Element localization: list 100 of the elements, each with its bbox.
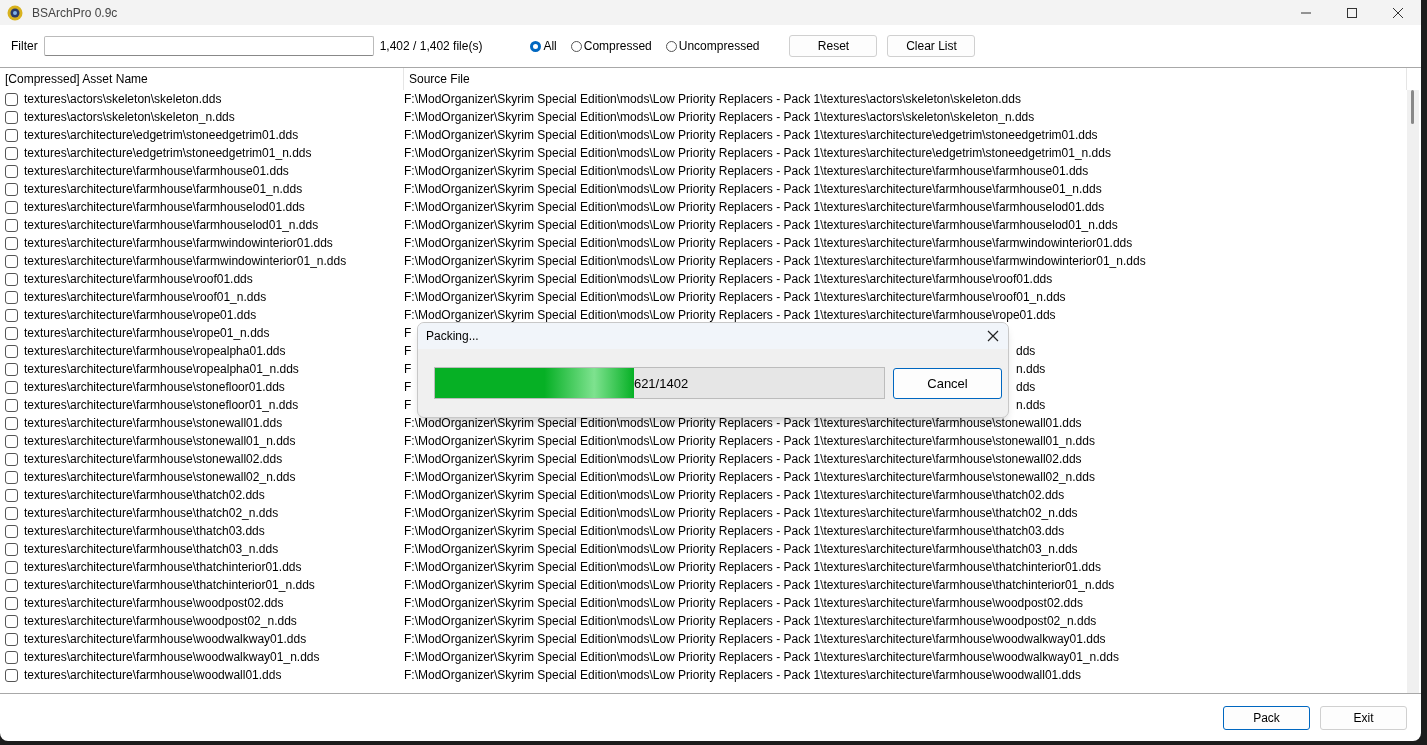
maximize-icon	[1346, 6, 1358, 19]
reset-button[interactable]: Reset	[789, 35, 878, 57]
asset-name: textures\architecture\farmhouse\farmhouselod01_n.dds	[24, 218, 319, 232]
asset-name: textures\architecture\farmhouse\farmhouselod01.dds	[24, 200, 305, 214]
checkbox[interactable]	[5, 650, 18, 664]
asset-name: textures\architecture\farmhouse\thatch03.dds	[24, 524, 265, 538]
pack-button[interactable]: Pack	[1223, 705, 1310, 730]
asset-name: textures\architecture\farmhouse\farmhouse01.dds	[24, 164, 289, 178]
source-path: F:\ModOrganizer\Skyrim Special Edition\mods\Low Priority Replacers - Pack 1\textures\architecture\farmhouse\stonewall01_n.dds	[404, 434, 1095, 448]
checkbox[interactable]	[5, 182, 18, 196]
asset-name: textures\architecture\farmhouse\farmwindowinterior01.dds	[24, 236, 333, 250]
source-path: F:\ModOrganizer\Skyrim Special Edition\mods\Low Priority Replacers - Pack 1\textures\architecture\farmhouse\roof01_n.dds	[404, 290, 1066, 304]
asset-name: textures\architecture\farmhouse\stonewall02_n.dds	[24, 470, 296, 484]
asset-name: textures\architecture\farmhouse\stonefloor01_n.dds	[24, 398, 299, 412]
checkbox[interactable]	[5, 398, 18, 412]
source-path: n.dds	[1016, 398, 1046, 412]
asset-name: textures\architecture\farmhouse\roof01.dds	[24, 272, 253, 286]
checkbox[interactable]	[5, 110, 18, 124]
checkbox[interactable]	[5, 344, 18, 358]
checkbox[interactable]	[5, 272, 18, 286]
source-path: F:\ModOrganizer\Skyrim Special Edition\mods\Low Priority Replacers - Pack 1\textures\architecture\farmhouse\farmhouse01.dds	[404, 164, 1089, 178]
source-path: F	[404, 380, 412, 394]
column-header[interactable]: Source File	[404, 68, 1407, 90]
checkbox[interactable]	[5, 488, 18, 502]
filter-field[interactable]	[43, 36, 374, 56]
asset-name: textures\architecture\farmhouse\stonewall01.dds	[24, 416, 283, 430]
checkbox[interactable]	[5, 578, 18, 592]
asset-name: textures\architecture\farmhouse\thatch03_n.dds	[24, 542, 279, 556]
source-path: F:\ModOrganizer\Skyrim Special Edition\mods\Low Priority Replacers - Pack 1\textures\architecture\farmhouse\farmhouselod01_n.dds	[404, 218, 1118, 232]
source-path: F:\ModOrganizer\Skyrim Special Edition\mods\Low Priority Replacers - Pack 1\textures\architecture\farmhouse\thatch02.dds	[404, 488, 1065, 502]
source-path: F:\ModOrganizer\Skyrim Special Edition\mods\Low Priority Replacers - Pack 1\textures\architecture\farmhouse\woodpost02.dds	[404, 596, 1083, 610]
asset-name: textures\architecture\farmhouse\stonewall01_n.dds	[24, 434, 296, 448]
checkbox[interactable]	[5, 164, 18, 178]
checkbox[interactable]	[5, 434, 18, 448]
source-path: F	[404, 362, 412, 376]
asset-name: textures\architecture\farmhouse\rope01_n.dds	[24, 326, 270, 340]
checkbox[interactable]	[5, 506, 18, 520]
checkbox[interactable]	[5, 290, 18, 304]
app-icon	[6, 3, 24, 22]
source-path: F:\ModOrganizer\Skyrim Special Edition\mods\Low Priority Replacers - Pack 1\textures\architecture\farmhouse\farmhouselod01.dds	[404, 200, 1105, 214]
radio-option[interactable]: Compressed	[570, 39, 652, 53]
source-path: F:\ModOrganizer\Skyrim Special Edition\mods\Low Priority Replacers - Pack 1\textures\architecture\farmhouse\roof01.dds	[404, 272, 1053, 286]
checkbox[interactable]	[5, 668, 18, 682]
asset-name: textures\architecture\farmhouse\farmhouse01_n.dds	[24, 182, 303, 196]
window-title: BSArchPro 0.9c	[32, 5, 118, 20]
exit-button[interactable]: Exit	[1320, 705, 1407, 730]
source-path: F:\ModOrganizer\Skyrim Special Edition\mods\Low Priority Replacers - Pack 1\textures\architecture\farmhouse\woodwalkway01_n.dds	[404, 650, 1119, 664]
checkbox[interactable]	[5, 128, 18, 142]
checkbox[interactable]	[5, 542, 18, 556]
source-path: F:\ModOrganizer\Skyrim Special Edition\mods\Low Priority Replacers - Pack 1\textures\architecture\farmhouse\farmhouse01_n.dds	[404, 182, 1102, 196]
source-path: F:\ModOrganizer\Skyrim Special Edition\mods\Low Priority Replacers - Pack 1\textures\architecture\farmhouse\stonewall01.dds	[404, 416, 1082, 430]
checkbox[interactable]	[5, 470, 18, 484]
close-icon	[987, 330, 999, 342]
radio-option[interactable]: All	[530, 39, 557, 53]
asset-name: textures\architecture\farmhouse\ropealpha01.dds	[24, 344, 286, 358]
asset-name: textures\architecture\farmhouse\woodwalkway01_n.dds	[24, 650, 320, 664]
file-count: 1,402 / 1,402 file(s)	[379, 39, 483, 53]
asset-name: textures\architecture\farmhouse\woodpost02.dds	[24, 596, 284, 610]
asset-name: textures\actors\skeleton\skeleton_n.dds	[24, 110, 235, 124]
checkbox[interactable]	[5, 596, 18, 610]
source-path: F	[404, 326, 412, 340]
checkbox[interactable]	[5, 452, 18, 466]
checkbox[interactable]	[5, 92, 18, 106]
clear-list-button[interactable]: Clear List	[887, 35, 976, 57]
source-path: F:\ModOrganizer\Skyrim Special Edition\mods\Low Priority Replacers - Pack 1\textures\architecture\farmhouse\stonewall02.dds	[404, 452, 1082, 466]
asset-name: textures\actors\skeleton\skeleton.dds	[24, 92, 222, 106]
cancel-button[interactable]: Cancel	[893, 367, 1002, 399]
dialog-title: Packing...	[426, 329, 480, 343]
source-path: dds	[1016, 344, 1036, 358]
source-path: F:\ModOrganizer\Skyrim Special Edition\mods\Low Priority Replacers - Pack 1\textures\architecture\farmhouse\woodpost02_n.dds	[404, 614, 1097, 628]
source-path: F:\ModOrganizer\Skyrim Special Edition\mods\Low Priority Replacers - Pack 1\textures\architecture\farmhouse\woodwall01.dds	[404, 668, 1081, 682]
asset-name: textures\architecture\farmhouse\woodwall01.dds	[24, 668, 282, 682]
asset-name: textures\architecture\farmhouse\rope01.dds	[24, 308, 257, 322]
source-path: F	[404, 398, 412, 412]
checkbox[interactable]	[5, 380, 18, 394]
checkbox[interactable]	[5, 200, 18, 214]
source-path: F:\ModOrganizer\Skyrim Special Edition\mods\Low Priority Replacers - Pack 1\textures\architecture\farmhouse\thatchinterior01.dds	[404, 560, 1101, 574]
source-path: F:\ModOrganizer\Skyrim Special Edition\mods\Low Priority Replacers - Pack 1\textures\architecture\farmhouse\thatch03.dds	[404, 524, 1065, 538]
column-header[interactable]: [Compressed] Asset Name	[0, 68, 404, 90]
checkbox[interactable]	[5, 254, 18, 268]
source-path: n.dds	[1016, 362, 1046, 376]
checkbox[interactable]	[5, 524, 18, 538]
checkbox[interactable]	[5, 362, 18, 376]
checkbox[interactable]	[5, 146, 18, 160]
checkbox[interactable]	[5, 416, 18, 430]
source-path: F:\ModOrganizer\Skyrim Special Edition\mods\Low Priority Replacers - Pack 1\textures\architecture\farmhouse\thatchinterior01_n.dds	[404, 578, 1115, 592]
filter-label: Filter	[11, 39, 38, 53]
radio-option[interactable]: Uncompressed	[665, 39, 760, 53]
checkbox[interactable]	[5, 236, 18, 250]
source-path: F:\ModOrganizer\Skyrim Special Edition\mods\Low Priority Replacers - Pack 1\textures\architecture\farmhouse\thatch02_n.dds	[404, 506, 1078, 520]
scrollbar[interactable]	[1407, 90, 1419, 693]
checkbox[interactable]	[5, 218, 18, 232]
asset-name: textures\architecture\farmhouse\thatchinterior01_n.dds	[24, 578, 315, 592]
source-path: F:\ModOrganizer\Skyrim Special Edition\mods\Low Priority Replacers - Pack 1\textures\architecture\farmhouse\stonewall02_n.dds	[404, 470, 1095, 484]
scroll-thumb[interactable]	[1411, 90, 1414, 124]
checkbox[interactable]	[5, 560, 18, 574]
checkbox[interactable]	[5, 614, 18, 628]
checkbox[interactable]	[5, 326, 18, 340]
checkbox[interactable]	[5, 308, 18, 322]
checkbox[interactable]	[5, 632, 18, 646]
